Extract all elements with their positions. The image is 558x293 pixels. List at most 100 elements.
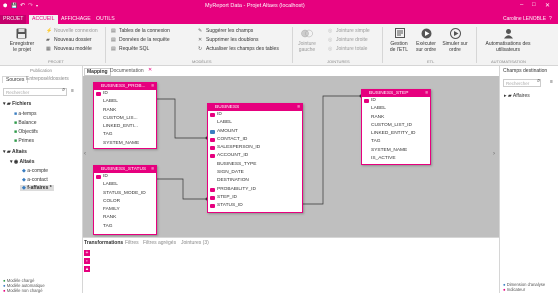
undo-icon[interactable]: ↶	[20, 2, 25, 9]
save-project-icon[interactable]	[15, 27, 27, 39]
tab-entrepot[interactable]: Entreposé/dossiers	[26, 76, 69, 82]
field-row[interactable]: ACCOUNT_ID	[208, 152, 302, 160]
field-row[interactable]: DESTINATION	[208, 177, 302, 185]
search-icon[interactable]: ⌕	[62, 87, 65, 94]
tree-objectifs[interactable]: ■ Objectifs	[14, 129, 38, 135]
full-join-button[interactable]: Jointure totale	[336, 46, 367, 52]
field-row[interactable]: TAG	[362, 138, 430, 146]
field-row[interactable]: BUSINESS_TYPE	[208, 161, 302, 169]
field-row[interactable]: SYSTEM_NAME	[362, 147, 430, 155]
left-join-button[interactable]: Jointure gauche	[296, 41, 318, 53]
field-row[interactable]: RANK	[362, 114, 430, 122]
collapse-left-icon[interactable]: ‹	[84, 151, 86, 157]
tab-accueil[interactable]: ACCUEIL	[29, 15, 58, 24]
save-project-button[interactable]: Enregistrer le projet	[8, 41, 36, 53]
tree-altaes-root[interactable]: ▾ ▰ Altaès	[3, 149, 27, 155]
tab-projet[interactable]: PROJET	[0, 15, 27, 24]
close-icon[interactable]: ✕	[545, 2, 550, 9]
run-button[interactable]: Exécuter sur ordre	[412, 41, 440, 53]
tab-aggregated-filters[interactable]: Filtres agrégés	[143, 240, 176, 246]
table-menu-icon[interactable]: ≡	[151, 83, 154, 90]
tab-transformations[interactable]: Transformations	[84, 240, 123, 246]
field-row[interactable]: LINKED_ENTITY_ID	[362, 130, 430, 138]
simple-join-button[interactable]: Jointure simple	[336, 28, 370, 34]
field-row[interactable]: CUSTOM_LIST_ID	[362, 122, 430, 130]
right-search-input[interactable]: Rechercher	[503, 79, 541, 87]
tab-joins[interactable]: Jointures (3)	[181, 240, 209, 246]
sql-query-button[interactable]: Requête SQL	[119, 46, 149, 52]
tree-affaires[interactable]: ▸ ▰ Affaires	[504, 93, 530, 99]
table-menu-icon[interactable]: ≡	[425, 90, 428, 97]
simulate-icon[interactable]	[449, 27, 461, 39]
field-row[interactable]: ID	[208, 111, 302, 119]
etl-manage-button[interactable]: Gestion de l'ETL	[388, 41, 410, 53]
mapping-canvas[interactable]: BUSINESS_PROB... ≡ ID LABEL RANK CUSTOM_L…	[83, 76, 499, 237]
tab-mapping[interactable]: Mapping	[84, 68, 111, 76]
field-row[interactable]: STEP_ID	[208, 194, 302, 202]
tab-outils[interactable]: OUTILS	[93, 15, 118, 24]
transformation-option-button[interactable]: ▴	[84, 266, 90, 272]
field-row[interactable]: AMOUNT	[208, 128, 302, 136]
connection-tables-button[interactable]: Tables de la connexion	[119, 28, 170, 34]
etl-manage-icon[interactable]	[394, 27, 406, 39]
suggest-fields-button[interactable]: Suggérer les champs	[206, 28, 253, 34]
new-model-button[interactable]: Nouveau modèle	[54, 46, 92, 52]
search-icon[interactable]: ⌕	[537, 78, 540, 85]
tree-altaes[interactable]: ▾ ◉ Altaès	[10, 159, 34, 165]
run-icon[interactable]	[420, 27, 432, 39]
help-icon[interactable]: ?	[549, 16, 552, 22]
table-header[interactable]: BUSINESS_STATUS ≡	[94, 166, 156, 173]
query-data-button[interactable]: Données de la requête	[119, 37, 170, 43]
table-business-step[interactable]: BUSINESS_STEP ≡ ID LABEL RANK CUSTOM_LIST…	[361, 89, 431, 165]
tree-fichiers[interactable]: ▾ ▰ Fichiers	[3, 101, 31, 107]
field-row[interactable]: LABEL	[362, 105, 430, 113]
left-search-input[interactable]: Rechercher	[3, 88, 67, 96]
tree-primes[interactable]: ■ Primes	[14, 138, 34, 144]
tree-a-compte[interactable]: ◆ a-compte	[22, 168, 48, 174]
users-icon[interactable]	[502, 27, 514, 39]
tab-filters[interactable]: Filtres	[125, 240, 139, 246]
left-join-icon[interactable]	[301, 27, 313, 39]
remove-transformation-button[interactable]: ▪	[84, 258, 90, 264]
quick-access-dropdown-icon[interactable]: ▾	[36, 3, 38, 8]
new-connection-button[interactable]: Nouvelle connexion	[54, 28, 98, 34]
update-fields-button[interactable]: Actualiser les champs des tables	[206, 46, 279, 52]
menu-icon[interactable]: ≡	[550, 79, 553, 85]
add-transformation-button[interactable]: +	[84, 250, 90, 256]
field-row[interactable]: COLOR	[94, 198, 156, 206]
field-row[interactable]: TAG	[94, 223, 156, 231]
close-tab-icon[interactable]: ✕	[148, 67, 152, 73]
table-menu-icon[interactable]: ≡	[297, 104, 300, 111]
tree-a-contact[interactable]: ◆ a-contact	[22, 177, 48, 183]
redo-icon[interactable]: ↷	[28, 2, 33, 9]
table-business-prob[interactable]: BUSINESS_PROB... ≡ ID LABEL RANK CUSTOM_L…	[93, 82, 157, 149]
table-header[interactable]: BUSINESS_PROB... ≡	[94, 83, 156, 90]
tree-a-temps[interactable]: ■ a-temps	[14, 111, 36, 117]
table-header[interactable]: BUSINESS ≡	[208, 104, 302, 111]
new-folder-button[interactable]: Nouveau dossier	[54, 37, 92, 43]
remove-duplicates-button[interactable]: Supprimer les doublons	[206, 37, 259, 43]
field-row[interactable]: TAG	[94, 131, 156, 139]
automations-button[interactable]: Automatisations des utilisateurs	[484, 41, 532, 53]
field-row[interactable]: ID	[94, 173, 156, 181]
tab-sources[interactable]: Sources	[2, 76, 29, 83]
field-row[interactable]: ID	[94, 90, 156, 98]
tree-balance[interactable]: ■ Balance	[14, 120, 37, 126]
field-row[interactable]: ID	[362, 97, 430, 105]
field-row[interactable]: STATUS_MODE_ID	[94, 190, 156, 198]
field-row[interactable]: PROBABILITY_ID	[208, 186, 302, 194]
tab-affichage[interactable]: AFFICHAGE	[58, 15, 94, 24]
collapse-right-icon[interactable]: ›	[493, 151, 495, 157]
field-row[interactable]: STATUS_ID	[208, 202, 302, 210]
table-header[interactable]: BUSINESS_STEP ≡	[362, 90, 430, 97]
field-row[interactable]: SALESPERSON_ID	[208, 144, 302, 152]
table-business[interactable]: BUSINESS ≡ ID LABEL AMOUNT CONTACT_ID SAL…	[207, 103, 303, 213]
tree-f-affaires[interactable]: ◆ f-affaires *	[20, 185, 54, 191]
tab-documentation[interactable]: Documentation	[110, 68, 144, 74]
field-row[interactable]: CUSTOM_LIS...	[94, 115, 156, 123]
minimize-icon[interactable]: –	[520, 2, 523, 8]
field-row[interactable]: CONTACT_ID	[208, 136, 302, 144]
right-join-button[interactable]: Jointure droite	[336, 37, 368, 43]
field-row[interactable]: LABEL	[208, 119, 302, 127]
table-business-status[interactable]: BUSINESS_STATUS ≡ ID LABEL STATUS_MODE_ID…	[93, 165, 157, 235]
